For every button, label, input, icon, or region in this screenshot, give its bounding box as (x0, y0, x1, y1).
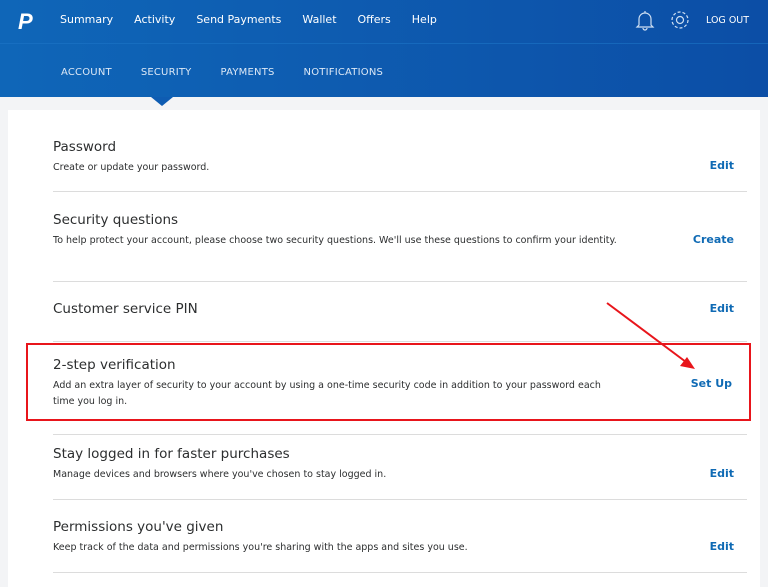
setting-stay-logged-in: Stay logged in for faster purchases Mana… (53, 446, 747, 483)
setting-desc: Keep track of the data and permissions y… (53, 542, 468, 553)
divider (53, 499, 747, 500)
divider (53, 572, 747, 573)
setting-permissions: Permissions you've given Keep track of t… (53, 519, 747, 556)
setting-desc: Manage devices and browsers where you've… (53, 469, 387, 480)
edit-stay-logged-in-link[interactable]: Edit (710, 467, 734, 480)
edit-permissions-link[interactable]: Edit (710, 540, 734, 553)
setting-title: Permissions you've given (53, 519, 224, 535)
setting-title: Stay logged in for faster purchases (53, 446, 290, 462)
